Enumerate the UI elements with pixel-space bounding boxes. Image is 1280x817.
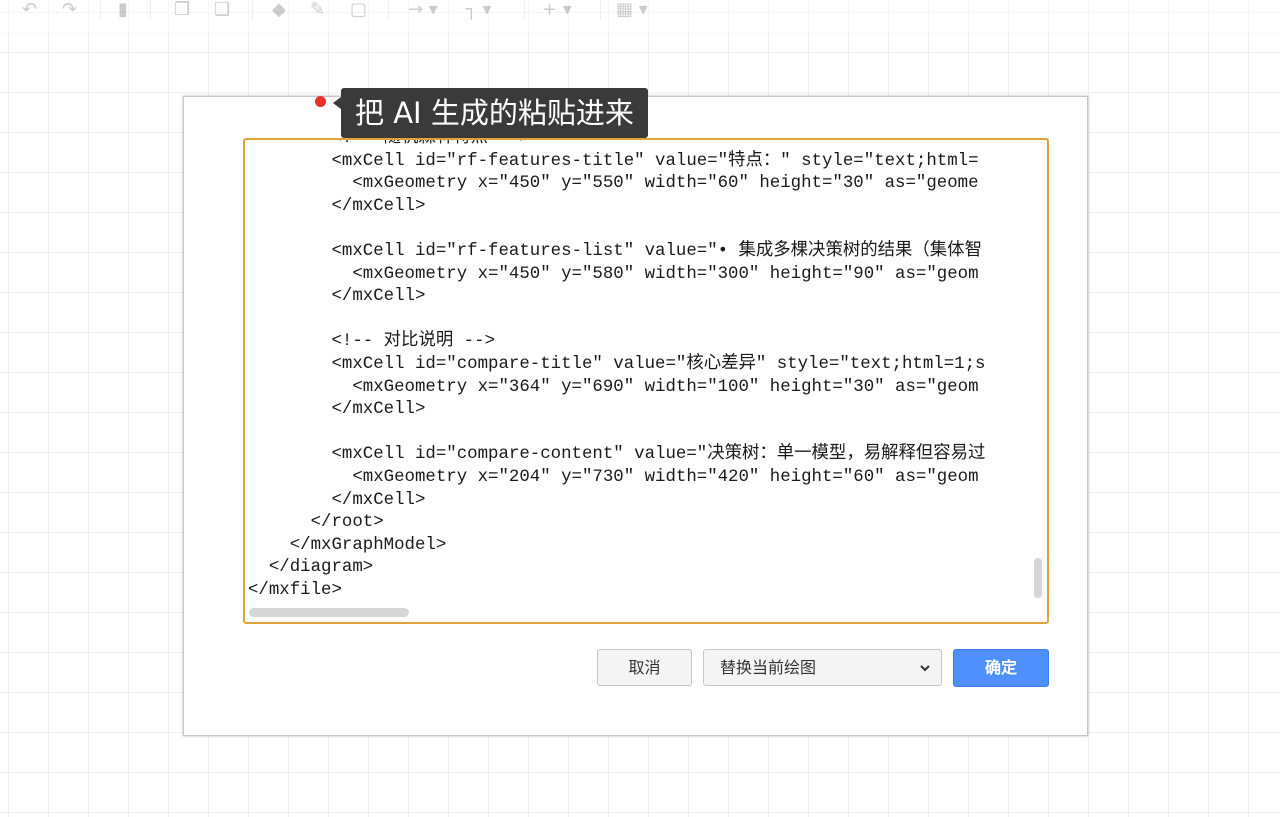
delete-icon[interactable]: ▮	[118, 0, 128, 20]
to-back-icon[interactable]: ❏	[214, 0, 230, 20]
undo-icon[interactable]: ↶	[22, 0, 37, 20]
insert-icon[interactable]: + ▾	[542, 0, 572, 20]
toolbar-divider	[150, 0, 151, 20]
toolbar-divider	[388, 0, 389, 20]
mode-select-value: 替换当前绘图	[720, 658, 817, 677]
shadow-icon[interactable]: ▢	[350, 0, 367, 20]
fill-color-icon[interactable]: ◆	[272, 0, 286, 20]
table-icon[interactable]: ▦ ▾	[616, 0, 648, 20]
to-front-icon[interactable]: ❐	[174, 0, 190, 20]
connection-icon[interactable]: → ▾	[408, 0, 438, 20]
toolbar-divider	[524, 0, 525, 20]
toolbar-divider	[252, 0, 253, 20]
annotation-dot	[315, 96, 326, 107]
ok-button[interactable]: 确定	[953, 649, 1049, 687]
mode-select[interactable]: 替换当前绘图	[703, 649, 942, 686]
toolbar: ↶ ↷ ▮ ❐ ❏ ◆ ✎ ▢ → ▾ ┐ ▾ + ▾ ▦ ▾	[0, 0, 1280, 33]
horizontal-scrollbar[interactable]	[249, 608, 409, 617]
line-color-icon[interactable]: ✎	[310, 0, 325, 20]
waypoints-icon[interactable]: ┐ ▾	[466, 0, 492, 20]
redo-icon[interactable]: ↷	[62, 0, 77, 20]
toolbar-divider	[100, 0, 101, 20]
annotation-callout: 把 AI 生成的粘贴进来	[333, 88, 648, 138]
vertical-scrollbar[interactable]	[1034, 558, 1042, 598]
xml-editor[interactable]: <!-- 随机森林特点 --> <mxCell id="rf-features-…	[243, 138, 1049, 624]
xml-content[interactable]: <!-- 随机森林特点 --> <mxCell id="rf-features-…	[248, 140, 985, 602]
chevron-down-icon	[920, 665, 930, 672]
toolbar-divider	[600, 0, 601, 20]
cancel-button[interactable]: 取消	[597, 649, 692, 686]
